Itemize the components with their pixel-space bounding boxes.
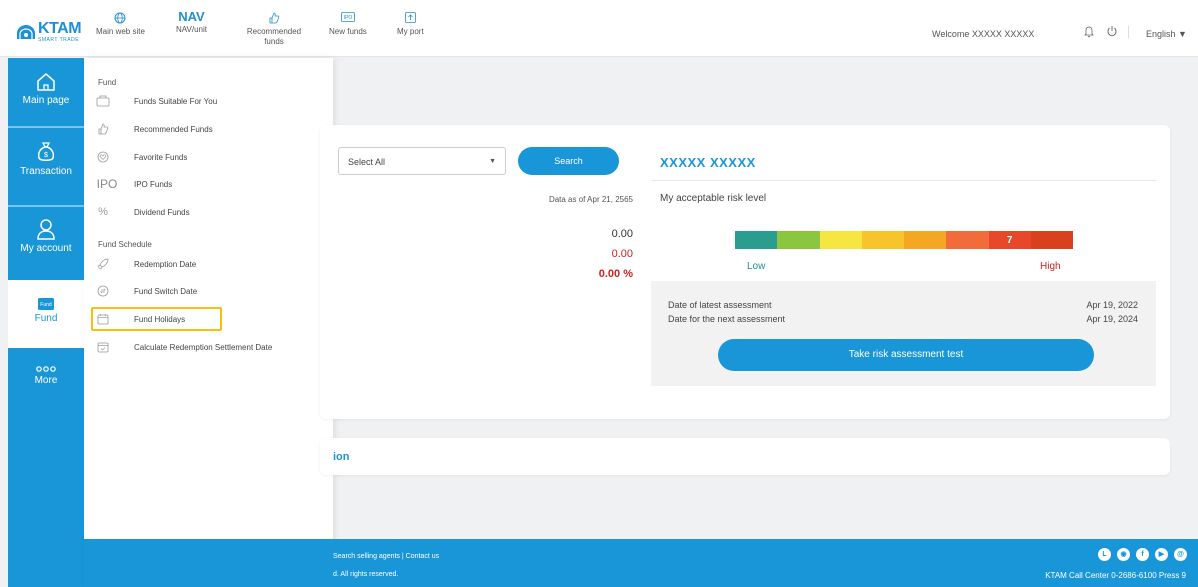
- value-change-percent: 0.00 %: [598, 268, 633, 280]
- sidebar-item-my-account[interactable]: My account: [8, 218, 84, 254]
- svg-text:IPO: IPO: [344, 15, 353, 21]
- ktam-logo-icon: [17, 25, 35, 39]
- data-as-of-text: Data as of Apr 21, 2565: [548, 195, 633, 204]
- menu-item-fund-switch-date[interactable]: Fund Switch Date: [96, 281, 197, 301]
- caret-down-icon: ▼: [1178, 29, 1187, 39]
- facebook-icon[interactable]: f: [1136, 548, 1149, 561]
- divider: [652, 180, 1156, 181]
- ipo-icon: IPO: [96, 177, 118, 191]
- call-center-text: KTAM Call Center 0-2686-6100 Press 9: [1045, 571, 1186, 580]
- svg-text:Fund: Fund: [40, 302, 52, 308]
- sidebar-divider: [8, 126, 84, 128]
- nav-my-port[interactable]: My port: [397, 12, 424, 37]
- sidebar-item-more[interactable]: More: [8, 366, 84, 386]
- value-total: 0.00: [611, 228, 633, 240]
- risk-high-label: High: [1040, 261, 1061, 272]
- risk-segment-1: [735, 231, 778, 249]
- risk-segment-2: [777, 231, 820, 249]
- menu-item-calc-redemption-settlement[interactable]: Calculate Redemption Settlement Date: [96, 337, 272, 357]
- menu-item-funds-suitable[interactable]: Funds Suitable For You: [96, 91, 217, 111]
- logo-title: KTAM: [38, 20, 82, 37]
- risk-segment-8: [1030, 231, 1073, 249]
- section-card[interactable]: [320, 438, 1170, 475]
- ktam-logo[interactable]: KTAM SMART TRADE: [16, 20, 82, 43]
- risk-segment-current: 7: [988, 231, 1031, 249]
- fund-select[interactable]: Select All ▼: [338, 147, 506, 175]
- fund-icon: Fund: [38, 298, 54, 310]
- rocket-icon: [96, 257, 110, 271]
- user-name: XXXXX XXXXX: [660, 155, 756, 170]
- welcome-text: Welcome XXXXX XXXXX: [932, 29, 1035, 39]
- power-icon[interactable]: [1106, 25, 1118, 37]
- header-divider: [1128, 26, 1129, 38]
- next-assessment-label: Date for the next assessment: [668, 314, 786, 324]
- nav-recommended-funds[interactable]: Recommended funds: [244, 12, 304, 48]
- menu-item-ipo-funds[interactable]: IPO IPO Funds: [96, 174, 173, 194]
- latest-assessment-label: Date of latest assessment: [668, 300, 772, 310]
- sidebar: Main page $ Transaction My account Fund …: [8, 58, 84, 587]
- risk-low-label: Low: [747, 261, 766, 272]
- nav-new-funds[interactable]: IPO New funds: [329, 12, 367, 37]
- search-button[interactable]: Search: [518, 147, 619, 175]
- menu-item-favorite-funds[interactable]: Favorite Funds: [96, 147, 187, 167]
- more-icon: [36, 366, 56, 372]
- sidebar-item-main-page[interactable]: Main page: [8, 72, 84, 106]
- heart-icon: [96, 150, 110, 164]
- chevron-down-icon: ▼: [489, 158, 496, 165]
- risk-segment-4: [861, 231, 904, 249]
- menu-item-dividend-funds[interactable]: % Dividend Funds: [96, 202, 189, 222]
- menu-item-redemption-date[interactable]: Redemption Date: [96, 254, 196, 274]
- menu-item-fund-holidays[interactable]: Fund Holidays: [96, 309, 185, 329]
- top-bar: KTAM SMART TRADE Main web site NAV NAV/u…: [0, 0, 1198, 57]
- sidebar-divider: [8, 205, 84, 207]
- suitable-icon: [96, 94, 110, 108]
- home-icon: [37, 73, 55, 91]
- risk-segment-3: [819, 231, 862, 249]
- portfolio-icon: [397, 12, 424, 24]
- risk-segment-6: [946, 231, 989, 249]
- flyout-section-fund: Fund: [98, 78, 117, 87]
- footer: [84, 539, 1198, 587]
- fund-flyout-menu: Fund Funds Suitable For You Recommended …: [84, 58, 333, 587]
- thumbs-up-icon: [244, 12, 304, 24]
- nav-main-web-site[interactable]: Main web site: [96, 12, 145, 37]
- nav-nav-unit[interactable]: NAV NAV/unit: [176, 10, 207, 35]
- thumbs-up-icon: [96, 122, 110, 136]
- line-icon[interactable]: L: [1098, 548, 1111, 561]
- switch-icon: [96, 284, 110, 298]
- percent-icon: %: [98, 206, 108, 218]
- svg-text:$: $: [44, 152, 48, 159]
- footer-links[interactable]: Search selling agents | Contact us: [333, 553, 439, 560]
- next-assessment-date: Apr 19, 2024: [1086, 314, 1138, 324]
- sidebar-item-fund[interactable]: Fund Fund: [8, 298, 84, 324]
- youtube-icon[interactable]: ▶: [1155, 548, 1168, 561]
- risk-level-label: My acceptable risk level: [660, 193, 767, 204]
- risk-segment-5: [904, 231, 947, 249]
- money-bag-icon: $: [37, 142, 55, 161]
- footer-copyright: d. All rights reserved.: [333, 571, 399, 578]
- flyout-section-fund-schedule: Fund Schedule: [98, 240, 152, 249]
- logo-subtitle: SMART TRADE: [38, 37, 80, 43]
- instagram-icon[interactable]: ◉: [1117, 548, 1130, 561]
- take-risk-assessment-button[interactable]: Take risk assessment test: [718, 339, 1094, 371]
- nav-big-label: NAV: [178, 9, 205, 24]
- globe-icon: [96, 12, 145, 24]
- menu-item-recommended-funds[interactable]: Recommended Funds: [96, 119, 213, 139]
- user-icon: [37, 219, 55, 240]
- risk-level-bar: 7: [735, 231, 1073, 249]
- section-card-title: ion: [333, 451, 350, 463]
- ipo-badge-icon: IPO: [329, 12, 367, 24]
- calendar-check-icon: [96, 340, 110, 354]
- calendar-icon: [96, 312, 110, 326]
- value-change: 0.00: [611, 248, 633, 260]
- sidebar-item-transaction[interactable]: $ Transaction: [8, 141, 84, 177]
- latest-assessment-date: Apr 19, 2022: [1086, 300, 1138, 310]
- language-select[interactable]: English ▼: [1146, 29, 1187, 39]
- bell-icon[interactable]: [1084, 26, 1094, 38]
- email-icon[interactable]: @: [1174, 548, 1187, 561]
